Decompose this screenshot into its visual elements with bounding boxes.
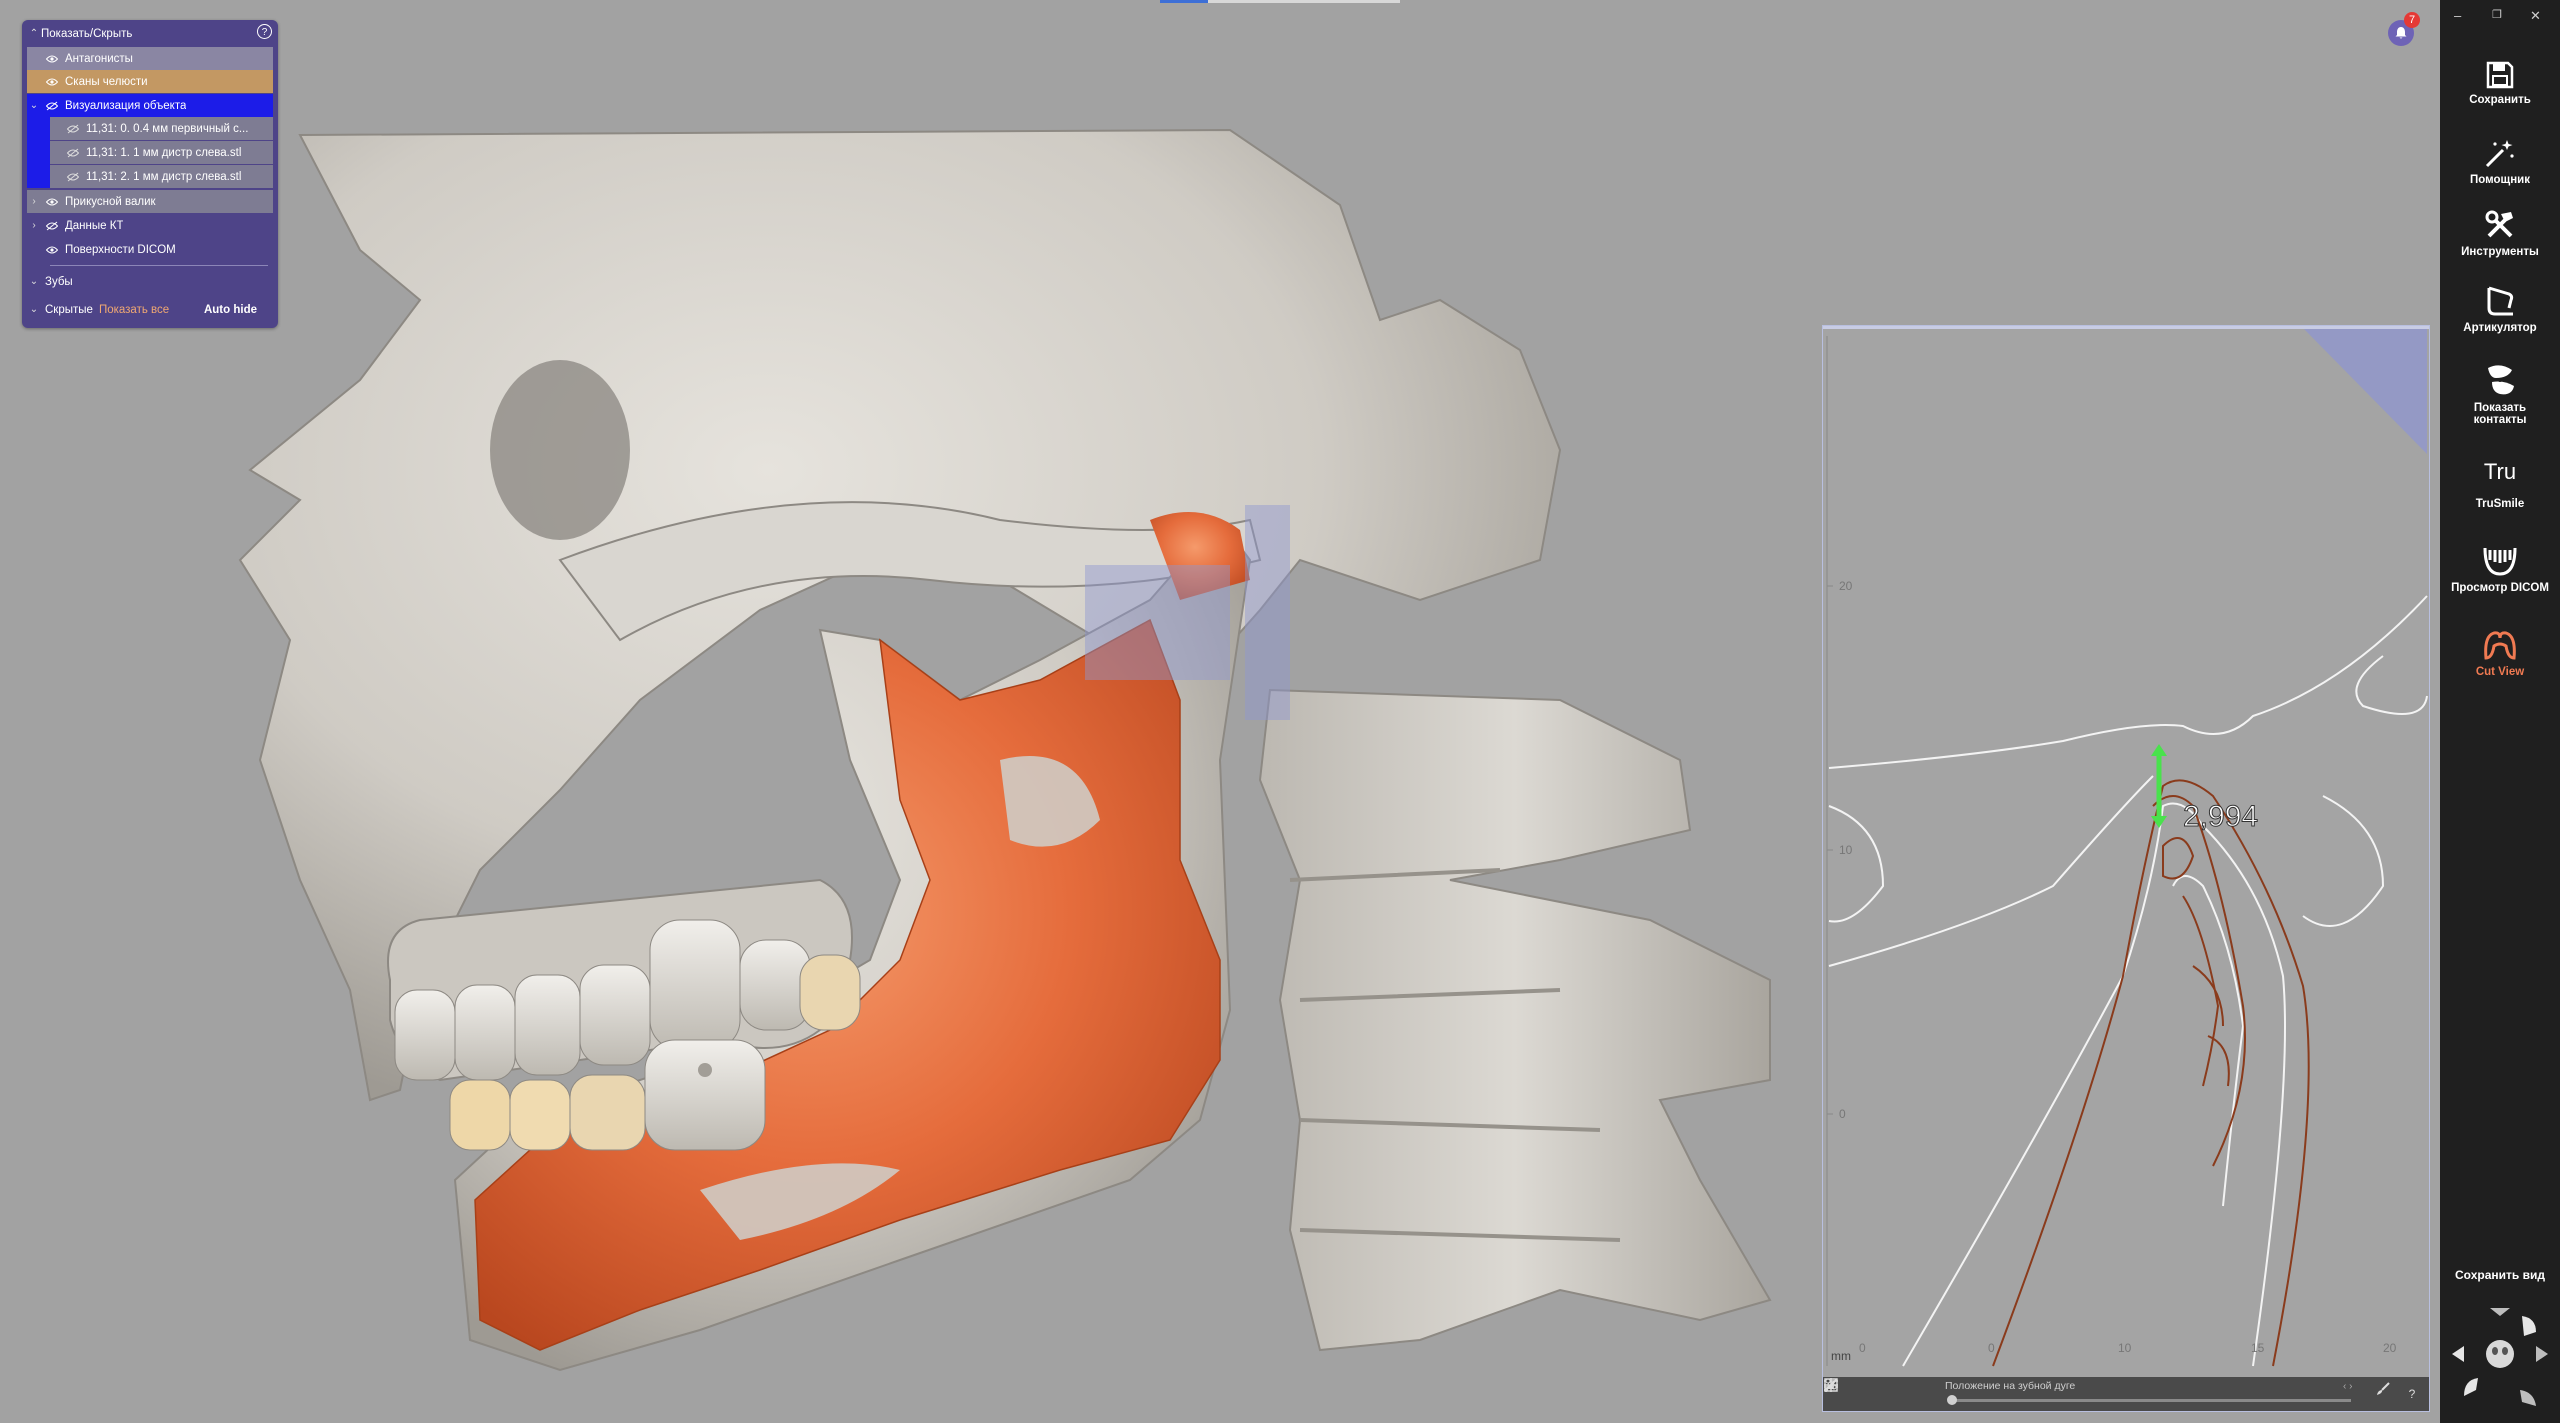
cut-view-tooth-icon <box>2484 631 2516 660</box>
magic-wand-icon <box>2485 140 2514 168</box>
row-dicom-surfaces[interactable]: Поверхности DICOM <box>27 238 273 261</box>
panel-header[interactable]: ⌃ Показать/Скрыть <box>27 22 273 45</box>
right-toolbar: – ❐ ✕ Сохранить Помощник Инструменты Арт… <box>2440 0 2560 1423</box>
restore-icon[interactable]: ❐ <box>2492 8 2502 21</box>
row-hidden[interactable]: ⌄ Скрытые Показать все Auto hide <box>27 298 273 321</box>
auto-hide-toggle[interactable]: Auto hide <box>204 304 257 316</box>
trusmile-logo-icon: Tru <box>2483 459 2517 484</box>
row-antagonists[interactable]: Антагонисты <box>27 47 273 70</box>
floppy-disk-icon <box>2486 61 2514 89</box>
row-object-item[interactable]: 11,31: 2. 1 мм дистр слева.stl <box>50 165 273 188</box>
tooth-contacts-icon <box>2488 365 2514 395</box>
row-object-item[interactable]: 11,31: 0. 0.4 мм первичный с... <box>50 117 273 140</box>
row-object-visualization[interactable]: ⌄ Визуализация объекта <box>27 94 273 117</box>
x-tick-label: 15 <box>2251 1341 2265 1355</box>
cut-view-plot[interactable]: 20 10 0 2,994 mm 0 0 10 15 20 <box>1823 326 2429 1376</box>
row-bite-rim[interactable]: › Прикусной валик <box>27 190 273 213</box>
image-snapshot-icon[interactable] <box>1824 1378 1883 1407</box>
save-button[interactable]: Сохранить <box>2440 60 2560 106</box>
hammer-wrench-icon <box>2485 210 2513 238</box>
3d-viewport[interactable]: 7 ⌃ Показать/Скрыть ? Антагонисты Сканы … <box>0 0 2440 1423</box>
x-tick-label: 20 <box>2383 1341 2397 1355</box>
save-view-label: Сохранить вид <box>2455 1268 2545 1282</box>
arch-position-label: Положение на зубной дуге <box>1945 1380 2076 1392</box>
cut-view-toolbar: Положение на зубной дуге ‹ › ? <box>1823 1377 2429 1411</box>
show-all-button[interactable]: Показать все <box>99 304 169 316</box>
cut-view-button[interactable]: Cut View <box>2440 628 2560 678</box>
tmj-selection-box[interactable] <box>1085 565 1230 680</box>
crosshair-icon[interactable] <box>1824 1378 1943 1407</box>
view-top-arrow-icon[interactable] <box>2490 1308 2510 1316</box>
articulator-button[interactable]: Артикулятор <box>2440 284 2560 334</box>
chevron-right-icon[interactable]: › <box>27 196 41 207</box>
bell-icon <box>2395 27 2407 39</box>
jaw-xray-icon <box>2483 547 2517 576</box>
chevron-up-icon[interactable]: ⌃ <box>27 28 41 39</box>
chevron-right-icon[interactable]: › <box>27 220 41 231</box>
eye-slash-icon[interactable] <box>45 219 59 233</box>
notification-count-badge: 7 <box>2404 12 2420 28</box>
measurement-value: 2,994 <box>2183 800 2258 833</box>
orbit <box>490 360 630 540</box>
help-icon[interactable]: ? <box>2399 1381 2425 1407</box>
close-icon[interactable]: ✕ <box>2530 8 2541 24</box>
slider-thumb[interactable] <box>1947 1395 1957 1405</box>
articulator-icon <box>2487 286 2514 316</box>
eye-icon[interactable] <box>45 243 59 257</box>
y-tick-label: 0 <box>1839 1107 1846 1121</box>
show-contacts-button[interactable]: Показать контакты <box>2440 362 2560 426</box>
chevron-down-icon[interactable]: ⌄ <box>27 304 41 315</box>
minimize-icon[interactable]: – <box>2454 8 2461 23</box>
unit-label: mm <box>1831 1349 1851 1363</box>
assistant-button[interactable]: Помощник <box>2440 136 2560 186</box>
eye-slash-icon[interactable] <box>66 146 80 160</box>
x-tick-label: 0 <box>1988 1341 1995 1355</box>
eye-icon[interactable] <box>45 52 59 66</box>
chevron-down-icon[interactable]: ⌄ <box>27 100 41 111</box>
row-object-item[interactable]: 11,31: 1. 1 мм дистр слева.stl <box>50 141 273 164</box>
view-corner-icon[interactable] <box>2464 1378 2478 1396</box>
cut-view-panel[interactable]: 20 10 0 2,994 mm 0 0 10 15 20 Положение … <box>1822 325 2430 1412</box>
eye-icon[interactable] <box>45 75 59 89</box>
row-teeth[interactable]: ⌄ Зубы <box>27 270 273 293</box>
x-tick-label: 10 <box>2118 1341 2132 1355</box>
arch-position-slider[interactable] <box>1947 1395 2351 1405</box>
row-jaw-scans[interactable]: Сканы челюсти <box>27 70 273 93</box>
view-corner-icon[interactable] <box>2520 1390 2536 1406</box>
head-icon[interactable] <box>2486 1340 2514 1368</box>
eye-slash-icon[interactable] <box>45 99 59 113</box>
y-tick-label: 20 <box>1839 579 1853 593</box>
tools-button[interactable]: Инструменты <box>2440 208 2560 258</box>
chevron-down-icon[interactable]: ⌄ <box>27 276 41 287</box>
arch-step-arrows[interactable]: ‹ › <box>2343 1381 2352 1392</box>
cervical-spine[interactable] <box>1258 688 1772 1352</box>
y-tick-label: 10 <box>1839 843 1853 857</box>
view-right-arrow-icon[interactable] <box>2536 1346 2548 1362</box>
trusmile-button[interactable]: Tru TruSmile <box>2440 459 2560 511</box>
row-ct-data[interactable]: › Данные КТ <box>27 214 273 237</box>
help-icon[interactable]: ? <box>257 24 272 39</box>
dicom-view-button[interactable]: Просмотр DICOM <box>2440 544 2560 594</box>
view-orientation-cube[interactable] <box>2450 1306 2550 1412</box>
x-tick-label: 0 <box>1859 1341 1866 1355</box>
eye-slash-icon[interactable] <box>66 122 80 136</box>
eye-icon[interactable] <box>45 195 59 209</box>
measure-tool-icon[interactable] <box>1824 1378 1913 1407</box>
view-corner-icon[interactable] <box>2522 1316 2536 1336</box>
eye-slash-icon[interactable] <box>66 170 80 184</box>
show-hide-panel[interactable]: ⌃ Показать/Скрыть ? Антагонисты Сканы че… <box>22 20 278 328</box>
panel-title: Показать/Скрыть <box>41 27 133 40</box>
view-left-arrow-icon[interactable] <box>2452 1346 2464 1362</box>
brush-icon[interactable] <box>2375 1381 2401 1407</box>
